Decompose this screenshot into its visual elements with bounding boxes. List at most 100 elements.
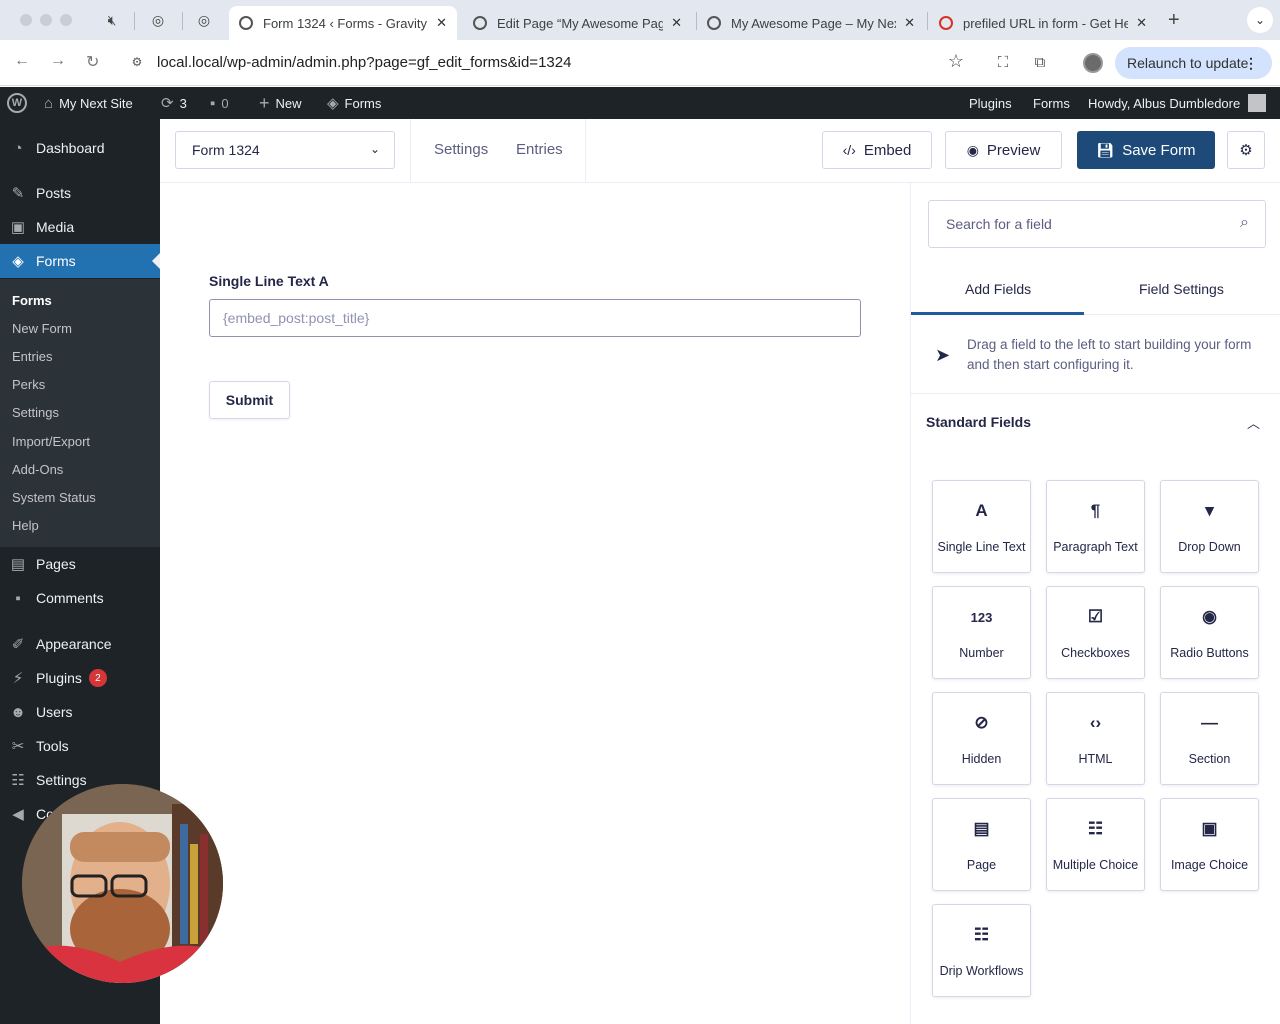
add-field-image-choice[interactable]: ▣ Image Choice: [1160, 798, 1259, 891]
single-line-text-field[interactable]: {embed_post:post_title}: [209, 299, 861, 337]
site-info-tune-icon[interactable]: ⚙: [128, 53, 146, 71]
form-entries-link[interactable]: Entries: [516, 141, 563, 158]
add-field-paragraph-text[interactable]: ¶ Paragraph Text: [1046, 480, 1145, 573]
window-close-button[interactable]: [20, 14, 32, 26]
submenu-import-export[interactable]: Import/Export: [12, 434, 90, 449]
add-field-multiple-choice[interactable]: ☷ Multiple Choice: [1046, 798, 1145, 891]
submenu-settings[interactable]: Settings: [12, 405, 59, 420]
page-icon: ▤: [973, 819, 990, 838]
add-field-section[interactable]: — Section: [1160, 692, 1259, 785]
url-text[interactable]: local.local/wp-admin/admin.php?page=gf_e…: [157, 54, 571, 71]
tab-form-1324[interactable]: Form 1324 ‹ Forms - Gravity Forms ✕: [229, 6, 457, 40]
sidebar-item-comments[interactable]: ▪ Comments: [0, 581, 160, 615]
form-switcher-select[interactable]: Form 1324 ⌄: [175, 131, 395, 169]
window-minimize-button[interactable]: [40, 14, 52, 26]
standard-fields-heading[interactable]: Standard Fields: [926, 414, 1031, 430]
add-field-radio-buttons[interactable]: ◉ Radio Buttons: [1160, 586, 1259, 679]
chevron-down-icon: ⌄: [369, 142, 380, 156]
globe-icon: [473, 16, 487, 30]
reload-icon[interactable]: ↻: [86, 52, 99, 72]
bookmark-star-icon[interactable]: ☆: [948, 51, 964, 72]
sidebar-item-media[interactable]: ▣ Media: [0, 210, 160, 244]
add-field-checkboxes[interactable]: ☑ Checkboxes: [1046, 586, 1145, 679]
my-account-link[interactable]: Howdy, Albus Dumbledore: [1088, 87, 1267, 119]
cursor-pointer-icon: ➤: [935, 345, 951, 365]
submenu-add-ons[interactable]: Add-Ons: [12, 462, 63, 477]
new-content-link[interactable]: + New: [259, 87, 302, 119]
sidebar-item-tools[interactable]: ✂︎ Tools: [0, 729, 160, 763]
submenu-forms[interactable]: Forms: [12, 293, 52, 308]
comment-bubble-icon: ▪: [15, 589, 21, 607]
add-field-html[interactable]: ‹› HTML: [1046, 692, 1145, 785]
tab-prefiled-url[interactable]: prefiled URL in form - Get Help ✕: [929, 6, 1157, 40]
forms-menu-link[interactable]: ◈ Forms: [327, 87, 381, 119]
plugins-update-badge: 2: [88, 669, 107, 687]
save-form-button[interactable]: 💾︎ Save Form: [1077, 131, 1215, 169]
field-label[interactable]: Single Line Text A: [209, 273, 329, 289]
submenu-system-status[interactable]: System Status: [12, 490, 96, 505]
address-bar[interactable]: ⚙ local.local/wp-admin/admin.php?page=gf…: [116, 45, 986, 79]
sidebar-item-appearance[interactable]: ✐ Appearance: [0, 627, 160, 661]
comment-bubble-icon: ▪: [210, 94, 216, 112]
submit-button[interactable]: Submit: [209, 381, 290, 419]
more-menu-icon[interactable]: ⋮: [1244, 55, 1258, 72]
sidebar-item-pages[interactable]: ▤ Pages: [0, 547, 160, 581]
back-arrow-icon[interactable]: ←: [14, 52, 30, 70]
add-field-drop-down[interactable]: ▾ Drop Down: [1160, 480, 1259, 573]
sidebar-item-plugins[interactable]: ⚡︎ Plugins 2: [0, 661, 160, 695]
add-field-single-line-text[interactable]: A Single Line Text: [932, 480, 1031, 573]
add-field-hidden[interactable]: ⊘ Hidden: [932, 692, 1031, 785]
plugins-link[interactable]: Plugins: [969, 87, 1012, 119]
search-field-input[interactable]: Search for a field ⌕: [928, 200, 1266, 248]
tab-my-awesome-page[interactable]: My Awesome Page – My Next Site ✕: [697, 6, 925, 40]
close-tab-icon[interactable]: ✕: [1136, 15, 1147, 31]
tab-search-chevron-icon[interactable]: ⌄: [1247, 7, 1273, 33]
pinned-tab-globe-icon[interactable]: ◎: [148, 10, 168, 30]
globe-icon: [239, 16, 253, 30]
submenu-help[interactable]: Help: [12, 518, 39, 533]
comments-link[interactable]: ▪ 0: [210, 87, 229, 119]
updates-link[interactable]: ⟳ 3: [161, 87, 187, 119]
tab-add-fields[interactable]: Add Fields: [965, 281, 1031, 297]
forms-right-link[interactable]: Forms: [1033, 87, 1070, 119]
eye-icon: ◉: [966, 141, 979, 158]
tab-edit-page[interactable]: Edit Page “My Awesome Page” ✕: [463, 6, 692, 40]
submenu-entries[interactable]: Entries: [12, 349, 52, 364]
site-name-label: My Next Site: [59, 95, 133, 111]
site-name-link[interactable]: ⌂ My Next Site: [44, 87, 133, 119]
active-tab-indicator: [911, 312, 1084, 315]
radio-icon: ◉: [1202, 607, 1217, 626]
gravity-forms-icon: ◈: [327, 95, 339, 112]
chevron-up-icon[interactable]: ︿: [1247, 413, 1260, 432]
screenshot-capture-icon[interactable]: ⛶: [993, 52, 1013, 72]
close-tab-icon[interactable]: ✕: [671, 15, 682, 31]
pages-icon: ▤: [10, 556, 26, 573]
add-field-drip-workflows[interactable]: ☷ Drip Workflows: [932, 904, 1031, 997]
close-tab-icon[interactable]: ✕: [904, 15, 915, 31]
sidebar-item-users[interactable]: ☻ Users: [0, 695, 160, 729]
sidebar-item-forms[interactable]: ◈ Forms: [0, 244, 160, 278]
forward-arrow-icon[interactable]: →: [50, 52, 66, 70]
drip-workflows-icon: ☷: [973, 925, 990, 944]
form-settings-link[interactable]: Settings: [434, 141, 488, 158]
relaunch-to-update-button[interactable]: Relaunch to update ⋮: [1115, 47, 1272, 79]
pinned-tab-globe-icon[interactable]: ◎: [194, 10, 214, 30]
close-tab-icon[interactable]: ✕: [436, 15, 447, 31]
tab-field-settings[interactable]: Field Settings: [1139, 281, 1224, 297]
embed-button[interactable]: ‹/› Embed: [822, 131, 932, 169]
submenu-new-form[interactable]: New Form: [12, 321, 72, 336]
profile-avatar-icon[interactable]: [1083, 53, 1103, 73]
window-maximize-button[interactable]: [60, 14, 72, 26]
add-field-page[interactable]: ▤ Page: [932, 798, 1031, 891]
form-settings-gear-button[interactable]: ⚙: [1227, 131, 1265, 169]
muted-tab-icon[interactable]: 🔇︎: [102, 10, 122, 30]
extensions-puzzle-icon[interactable]: ⧉: [1030, 52, 1050, 72]
add-field-number[interactable]: 123 Number: [932, 586, 1031, 679]
submenu-perks[interactable]: Perks: [12, 377, 45, 392]
sidebar-item-dashboard[interactable]: ◔ Dashboard: [0, 131, 160, 165]
sidebar-item-posts[interactable]: ✎ Posts: [0, 176, 160, 210]
tab-title: Form 1324 ‹ Forms - Gravity Forms: [263, 15, 428, 31]
wordpress-logo-icon[interactable]: W: [7, 87, 27, 119]
preview-button[interactable]: ◉ Preview: [945, 131, 1062, 169]
new-tab-plus-icon[interactable]: +: [1168, 9, 1180, 32]
